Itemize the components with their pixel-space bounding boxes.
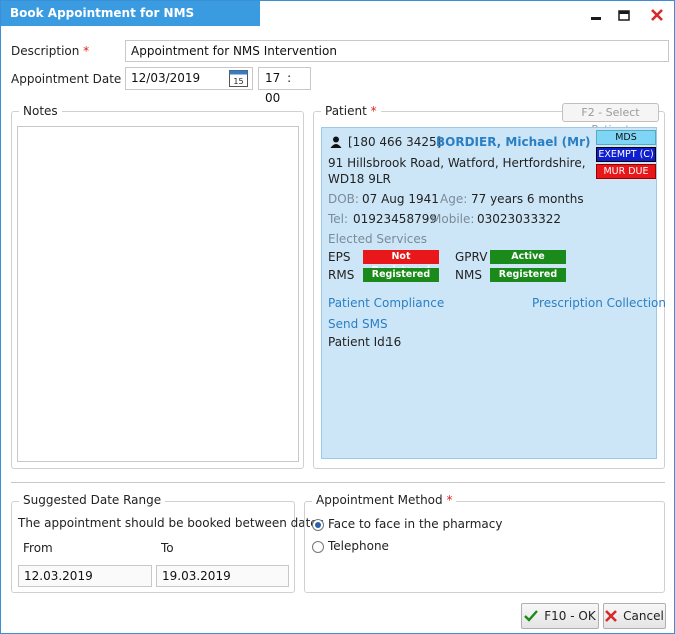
dob-label: DOB: [328,192,359,206]
face-to-face-label[interactable]: Face to face in the pharmacy [328,517,503,531]
patient-name[interactable]: BORDIER, Michael (Mr) [436,135,590,149]
from-label: From [23,541,53,555]
prescription-collection-link[interactable]: Prescription Collection [532,296,666,310]
mur-due-badge: MUR DUE [596,164,656,179]
minimize-button[interactable] [585,6,607,24]
patient-card: [180 466 3425] BORDIER, Michael (Mr) MDS… [321,127,666,459]
appointment-method-label: Appointment Method * [312,493,457,507]
appointment-date-value: 12/03/2019 [131,71,201,85]
calendar-icon[interactable]: 15 [229,69,248,87]
mds-badge: MDS [596,130,656,145]
time-hour: 17 [265,71,281,85]
time-minute: 00 [265,91,281,105]
from-date-field: 12.03.2019 [18,565,152,587]
checkmark-icon [524,610,539,622]
ok-button-label: F10 - OK [544,609,596,623]
appointment-time-input[interactable]: 17 : 00 [258,67,311,105]
patient-compliance-link[interactable]: Patient Compliance [328,296,444,310]
minimize-icon [591,17,601,20]
patient-address-line1: 91 Hillsbrook Road, Watford, Hertfordshi… [328,156,586,170]
close-button[interactable] [646,6,668,24]
window-title: Book Appointment for NMS Intervention [1,1,260,45]
elected-services-label: Elected Services [328,232,428,246]
telephone-radio[interactable] [312,541,324,553]
age-label: Age: [440,192,468,206]
tel-value: 01923458799 [353,212,437,226]
appointment-date-label: Appointment Date * [11,72,131,86]
patient-id-value: 16 [386,335,402,349]
service-status-nms: Registered [490,268,566,282]
mobile-value: 03023033322 [477,212,561,226]
service-name-rms: RMS [328,268,355,282]
maximize-icon [618,10,630,21]
service-status-rms: Registered [363,268,439,282]
time-separator: : [287,71,292,85]
calendar-day: 15 [233,77,243,86]
tel-label: Tel: [328,212,349,226]
service-name-eps: EPS [328,250,351,264]
maximize-button[interactable] [613,6,635,24]
to-date-field: 19.03.2019 [156,565,289,587]
cancel-button-label: Cancel [623,609,664,623]
service-name-nms: NMS [455,268,482,282]
service-status-gprv: Active [490,250,566,264]
person-icon [330,136,342,151]
cancel-button[interactable]: Cancel [603,603,666,629]
description-input[interactable]: Appointment for NMS Intervention [125,40,669,62]
age-value: 77 years 6 months [471,192,584,206]
date-range-label: Suggested Date Range [19,493,166,507]
service-name-gprv: GPRV [455,250,488,264]
cross-icon [605,610,618,622]
description-label: Description * [11,44,90,58]
date-range-description: The appointment should be booked between… [18,516,324,530]
telephone-label[interactable]: Telephone [328,539,389,553]
appointment-dialog: Book Appointment for NMS Intervention De… [0,0,675,634]
divider [11,482,665,483]
exempt-badge: EXEMPT (C) [596,147,656,162]
dob-value: 07 Aug 1941 [362,192,439,206]
close-icon [651,9,663,21]
select-patient-button[interactable]: F2 - Select Patient [562,103,659,136]
title-bar: Book Appointment for NMS Intervention [1,1,674,45]
mobile-label: Mobile: [431,212,475,226]
send-sms-link[interactable]: Send SMS [328,317,388,331]
patient-id-label: Patient Id: [328,335,389,349]
patient-id-bracket: [180 466 3425] [348,135,442,149]
ok-button[interactable]: F10 - OK [521,603,599,629]
patient-label: Patient * [321,104,381,118]
notes-textarea[interactable] [17,126,299,462]
service-status-eps: Not Registered [363,250,439,276]
notes-label: Notes [19,104,62,118]
face-to-face-radio[interactable] [312,519,324,531]
patient-address-line2: WD18 9LR [328,172,391,186]
to-label: To [161,541,174,555]
